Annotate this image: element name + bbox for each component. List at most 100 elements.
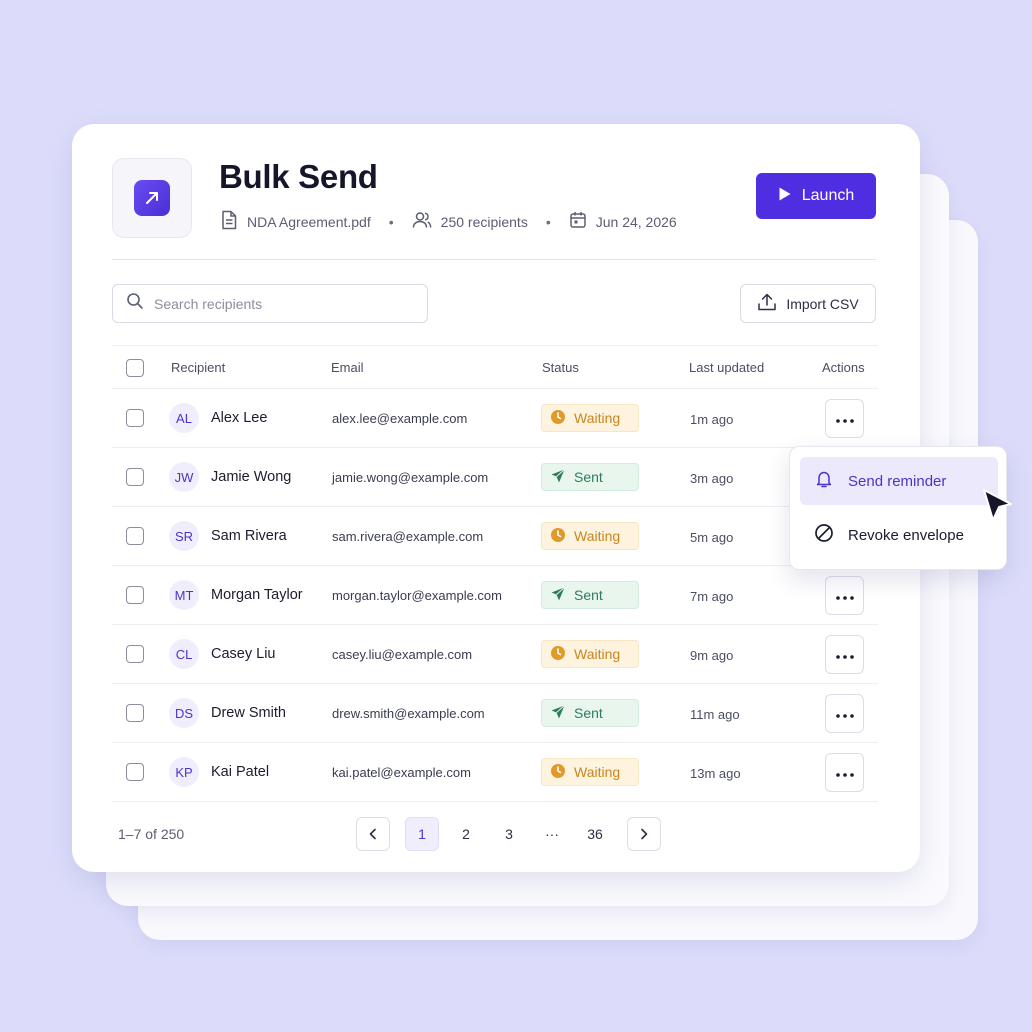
paper-plane-icon — [550, 586, 566, 605]
row-actions-button[interactable] — [825, 753, 864, 792]
more-horizontal-icon — [835, 764, 855, 782]
recipient-name: Alex Lee — [211, 410, 268, 426]
recipient-email: morgan.taylor@example.com — [332, 588, 502, 603]
recipient-email: casey.liu@example.com — [332, 647, 473, 662]
row-checkbox[interactable] — [126, 763, 144, 781]
chevron-right-icon — [641, 828, 648, 840]
clock-icon — [550, 763, 566, 782]
avatar: DS — [169, 698, 199, 728]
row-checkbox[interactable] — [126, 527, 144, 545]
column-actions: Actions — [822, 360, 865, 375]
chevron-left-icon — [369, 828, 376, 840]
launch-button[interactable]: Launch — [756, 173, 876, 219]
last-updated: 9m ago — [690, 648, 734, 663]
more-horizontal-icon — [835, 587, 855, 605]
pagination: 1 2 3 ··· 36 — [356, 817, 661, 851]
revoke-envelope-menu-item[interactable]: Revoke envelope — [800, 511, 998, 559]
upload-icon — [757, 293, 777, 314]
status-label: Sent — [574, 587, 603, 603]
row-checkbox[interactable] — [126, 468, 144, 486]
app-logo — [112, 158, 192, 238]
table-header: Recipient Email Status Last updated Acti… — [112, 345, 878, 389]
users-icon — [412, 211, 432, 232]
column-last-updated: Last updated — [689, 360, 765, 375]
table-row: KP Kai Patel kai.patel@example.com Waiting 1… — [112, 743, 878, 802]
pagination-range: 1–7 of 250 — [118, 826, 185, 842]
status-label: Sent — [574, 705, 603, 721]
paper-plane-icon — [550, 468, 566, 487]
row-actions-menu: Send reminder Revoke envelope — [789, 446, 1007, 570]
status-badge: Waiting — [541, 404, 639, 432]
page-3-button[interactable]: 3 — [492, 817, 526, 851]
table-body: AL Alex Lee alex.lee@example.com Waiting 1m … — [112, 389, 878, 802]
last-updated: 11m ago — [690, 707, 740, 722]
status-label: Waiting — [574, 646, 621, 662]
recipients-count: 250 recipients — [440, 213, 528, 230]
clock-icon — [550, 527, 566, 546]
search-box[interactable] — [112, 284, 428, 323]
meta-separator: • — [388, 213, 394, 230]
page-1-button[interactable]: 1 — [405, 817, 439, 851]
launch-label: Launch — [801, 187, 855, 204]
more-horizontal-icon — [835, 410, 855, 428]
avatar: SR — [169, 521, 199, 551]
row-actions-button[interactable] — [825, 635, 864, 674]
status-badge: Sent — [541, 699, 639, 727]
recipient-email: alex.lee@example.com — [332, 411, 468, 426]
revoke-envelope-label: Revoke envelope — [848, 526, 964, 544]
import-csv-button[interactable]: Import CSV — [740, 284, 876, 323]
calendar-icon — [569, 211, 587, 232]
row-actions-button[interactable] — [825, 399, 864, 438]
status-label: Waiting — [574, 410, 621, 426]
search-input[interactable] — [154, 295, 404, 312]
row-actions-button[interactable] — [825, 694, 864, 733]
recipient-email: sam.rivera@example.com — [332, 529, 484, 544]
status-badge: Sent — [541, 581, 639, 609]
recipient-email: drew.smith@example.com — [332, 706, 485, 721]
select-all-checkbox[interactable] — [126, 359, 144, 377]
send-date: Jun 24, 2026 — [595, 213, 677, 230]
play-icon — [778, 186, 792, 207]
recipient-name: Drew Smith — [211, 705, 286, 721]
page-36-button[interactable]: 36 — [578, 817, 612, 851]
status-label: Sent — [574, 469, 603, 485]
paper-plane-icon — [550, 704, 566, 723]
row-checkbox[interactable] — [126, 704, 144, 722]
ban-icon — [814, 523, 834, 547]
status-badge: Waiting — [541, 758, 639, 786]
avatar: AL — [169, 403, 199, 433]
row-checkbox[interactable] — [126, 645, 144, 663]
recipient-name: Morgan Taylor — [211, 587, 303, 603]
send-reminder-menu-item[interactable]: Send reminder — [800, 457, 998, 505]
row-actions-button[interactable] — [825, 576, 864, 615]
meta-separator: • — [545, 213, 551, 230]
status-badge: Sent — [541, 463, 639, 491]
row-checkbox[interactable] — [126, 409, 144, 427]
avatar: CL — [169, 639, 199, 669]
table-row: JW Jamie Wong jamie.wong@example.com Sent 3m… — [112, 448, 878, 507]
status-badge: Waiting — [541, 640, 639, 668]
status-label: Waiting — [574, 764, 621, 780]
row-checkbox[interactable] — [126, 586, 144, 604]
status-label: Waiting — [574, 528, 621, 544]
table-row: AL Alex Lee alex.lee@example.com Waiting 1m … — [112, 389, 878, 448]
page-ellipsis: ··· — [545, 826, 559, 842]
last-updated: 5m ago — [690, 530, 734, 545]
send-arrow-icon — [134, 180, 170, 216]
next-page-button[interactable] — [627, 817, 661, 851]
import-label: Import CSV — [786, 295, 859, 312]
last-updated: 13m ago — [690, 766, 741, 781]
avatar: KP — [169, 757, 199, 787]
envelope-meta: NDA Agreement.pdf • 250 recipients • Jun… — [220, 210, 677, 233]
avatar: JW — [169, 462, 199, 492]
recipients-table: Recipient Email Status Last updated Acti… — [112, 345, 878, 802]
previous-page-button[interactable] — [356, 817, 390, 851]
page-2-button[interactable]: 2 — [449, 817, 483, 851]
avatar: MT — [169, 580, 199, 610]
recipient-email: jamie.wong@example.com — [332, 470, 489, 485]
clock-icon — [550, 409, 566, 428]
table-row: SR Sam Rivera sam.rivera@example.com Waitin… — [112, 507, 878, 566]
table-row: MT Morgan Taylor morgan.taylor@example.com… — [112, 566, 878, 625]
file-name: NDA Agreement.pdf — [247, 213, 371, 230]
recipient-name: Kai Patel — [211, 764, 270, 780]
